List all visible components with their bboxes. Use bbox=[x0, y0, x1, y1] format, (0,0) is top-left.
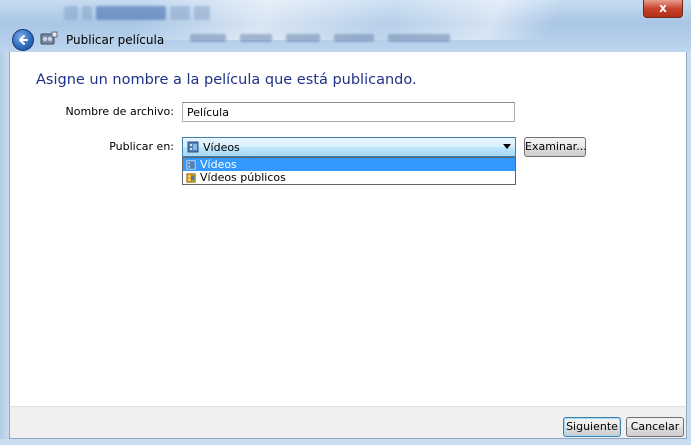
publish-location-label: Publicar en: bbox=[109, 140, 174, 153]
wizard-content: Asigne un nombre a la película que está … bbox=[9, 52, 687, 406]
movie-maker-icon bbox=[40, 31, 58, 45]
title-bar: x Publicar película bbox=[0, 0, 691, 52]
blurred-chip bbox=[170, 6, 190, 20]
filename-field[interactable]: Película bbox=[182, 102, 515, 122]
back-arrow-icon[interactable] bbox=[12, 29, 34, 51]
wizard-footer: Siguiente Cancelar bbox=[9, 406, 687, 439]
video-library-icon bbox=[186, 159, 196, 170]
blurred-column bbox=[190, 34, 226, 42]
blurred-chip bbox=[64, 6, 78, 20]
page-heading: Asigne un nombre a la película que está … bbox=[36, 72, 417, 88]
blurred-chip bbox=[194, 6, 210, 20]
list-item-videos[interactable]: Vídeos bbox=[183, 158, 515, 171]
blurred-column bbox=[334, 34, 374, 42]
browse-button[interactable]: Examinar... bbox=[524, 137, 587, 157]
chevron-down-icon[interactable] bbox=[503, 144, 511, 149]
video-library-icon bbox=[187, 141, 199, 153]
window-title: Publicar película bbox=[66, 33, 165, 47]
blurred-chip bbox=[82, 6, 92, 20]
window-frame-left bbox=[0, 52, 9, 445]
list-item-label: Vídeos bbox=[200, 158, 237, 171]
blurred-background-toolbar bbox=[64, 2, 279, 24]
back-arrow-glyph bbox=[19, 35, 28, 45]
list-item-label: Vídeos públicos bbox=[200, 171, 286, 184]
window-frame-right bbox=[687, 52, 691, 445]
publish-location-value: Vídeos bbox=[203, 140, 240, 154]
blurred-column bbox=[388, 34, 450, 42]
blurred-chip bbox=[96, 6, 166, 20]
list-item-public-videos[interactable]: Vídeos públicos bbox=[183, 171, 515, 184]
blurred-background-columns bbox=[190, 34, 450, 42]
public-videos-library-icon bbox=[186, 172, 196, 183]
window-frame-bottom bbox=[0, 439, 691, 445]
publish-location-dropdown[interactable]: Vídeos bbox=[182, 137, 516, 157]
publish-location-list[interactable]: Vídeos Vídeos públicos bbox=[182, 157, 516, 185]
next-button[interactable]: Siguiente bbox=[563, 417, 621, 437]
filename-label: Nombre de archivo: bbox=[65, 105, 175, 118]
cancel-button[interactable]: Cancelar bbox=[626, 417, 684, 437]
blurred-column bbox=[240, 34, 272, 42]
close-button[interactable]: x bbox=[643, 0, 683, 18]
blurred-column bbox=[286, 34, 320, 42]
